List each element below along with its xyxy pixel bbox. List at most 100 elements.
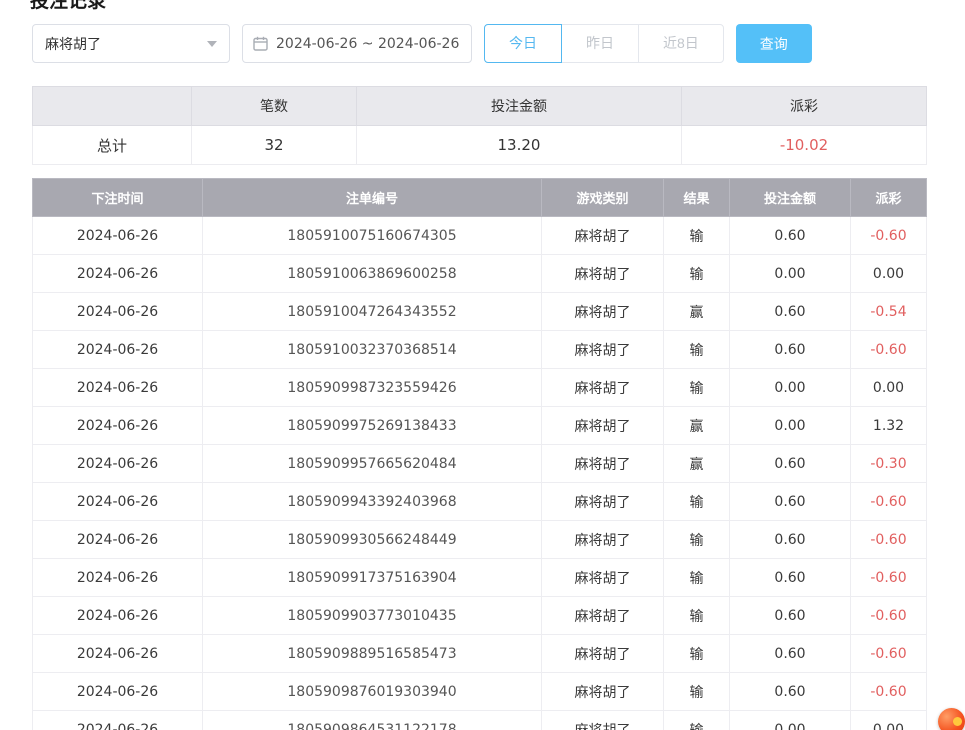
cell-payout: -0.60 bbox=[851, 483, 927, 521]
records-header-time: 下注时间 bbox=[33, 179, 203, 217]
cell-order-number: 1805910032370368514 bbox=[203, 331, 542, 369]
cell-result: 赢 bbox=[664, 293, 730, 331]
records-header-order: 注单编号 bbox=[203, 179, 542, 217]
cell-bet-time: 2024-06-26 bbox=[33, 293, 203, 331]
cell-order-number: 1805909975269138433 bbox=[203, 407, 542, 445]
cell-bet-amount: 0.60 bbox=[730, 217, 851, 255]
cell-payout: -0.30 bbox=[851, 445, 927, 483]
cell-bet-time: 2024-06-26 bbox=[33, 217, 203, 255]
table-row: 2024-06-26 1805910063869600258 麻将胡了 输 0.… bbox=[33, 255, 927, 293]
cell-game-category: 麻将胡了 bbox=[542, 331, 664, 369]
cell-bet-time: 2024-06-26 bbox=[33, 445, 203, 483]
table-row: 2024-06-26 1805909975269138433 麻将胡了 赢 0.… bbox=[33, 407, 927, 445]
cell-bet-time: 2024-06-26 bbox=[33, 255, 203, 293]
cell-game-category: 麻将胡了 bbox=[542, 445, 664, 483]
summary-total-row: 总计 32 13.20 -10.02 bbox=[33, 126, 927, 165]
cell-order-number: 1805909943392403968 bbox=[203, 483, 542, 521]
date-range-value: 2024-06-26 ~ 2024-06-26 bbox=[276, 36, 459, 52]
cell-game-category: 麻将胡了 bbox=[542, 521, 664, 559]
cell-result: 输 bbox=[664, 673, 730, 711]
cell-bet-amount: 0.60 bbox=[730, 293, 851, 331]
summary-header-bet: 投注金额 bbox=[357, 87, 682, 126]
cell-game-category: 麻将胡了 bbox=[542, 369, 664, 407]
date-range-picker[interactable]: 2024-06-26 ~ 2024-06-26 bbox=[242, 24, 472, 63]
cell-payout: -0.60 bbox=[851, 597, 927, 635]
bet-records-page: 麻将胡了 2024-06-26 ~ 2024-06-26 今日 昨日 近8日 查… bbox=[0, 0, 965, 730]
cell-payout: 0.00 bbox=[851, 255, 927, 293]
cell-bet-amount: 0.00 bbox=[730, 711, 851, 730]
records-table: 下注时间 注单编号 游戏类别 结果 投注金额 派彩 2024-06-26 180… bbox=[32, 178, 927, 730]
cell-bet-time: 2024-06-26 bbox=[33, 559, 203, 597]
records-body: 2024-06-26 1805910075160674305 麻将胡了 输 0.… bbox=[33, 217, 927, 730]
table-row: 2024-06-26 1805910075160674305 麻将胡了 输 0.… bbox=[33, 217, 927, 255]
cell-bet-amount: 0.60 bbox=[730, 521, 851, 559]
cell-result: 输 bbox=[664, 217, 730, 255]
cell-payout: -0.60 bbox=[851, 331, 927, 369]
cell-game-category: 麻将胡了 bbox=[542, 673, 664, 711]
cell-game-category: 麻将胡了 bbox=[542, 559, 664, 597]
cell-bet-amount: 0.60 bbox=[730, 331, 851, 369]
cell-game-category: 麻将胡了 bbox=[542, 597, 664, 635]
game-select-value: 麻将胡了 bbox=[45, 34, 101, 54]
cell-bet-amount: 0.60 bbox=[730, 597, 851, 635]
cell-bet-amount: 0.00 bbox=[730, 369, 851, 407]
cell-order-number: 1805909889516585473 bbox=[203, 635, 542, 673]
records-header-payout: 派彩 bbox=[851, 179, 927, 217]
cell-game-category: 麻将胡了 bbox=[542, 255, 664, 293]
cell-payout: 0.00 bbox=[851, 711, 927, 730]
table-row: 2024-06-26 1805909876019303940 麻将胡了 输 0.… bbox=[33, 673, 927, 711]
cell-payout: -0.60 bbox=[851, 635, 927, 673]
quick-filter-last8days[interactable]: 近8日 bbox=[638, 24, 724, 63]
summary-header-blank bbox=[33, 87, 192, 126]
cell-bet-time: 2024-06-26 bbox=[33, 597, 203, 635]
cell-game-category: 麻将胡了 bbox=[542, 217, 664, 255]
table-row: 2024-06-26 1805909917375163904 麻将胡了 输 0.… bbox=[33, 559, 927, 597]
game-select[interactable]: 麻将胡了 bbox=[32, 24, 230, 63]
records-header-row: 下注时间 注单编号 游戏类别 结果 投注金额 派彩 bbox=[33, 179, 927, 217]
cell-payout: -0.60 bbox=[851, 521, 927, 559]
cell-game-category: 麻将胡了 bbox=[542, 293, 664, 331]
cell-result: 输 bbox=[664, 255, 730, 293]
cell-bet-time: 2024-06-26 bbox=[33, 407, 203, 445]
records-header-game: 游戏类别 bbox=[542, 179, 664, 217]
cell-order-number: 1805909903773010435 bbox=[203, 597, 542, 635]
records-header-result: 结果 bbox=[664, 179, 730, 217]
summary-header-payout: 派彩 bbox=[682, 87, 927, 126]
cell-bet-time: 2024-06-26 bbox=[33, 521, 203, 559]
cell-bet-amount: 0.00 bbox=[730, 407, 851, 445]
summary-header-count: 笔数 bbox=[192, 87, 357, 126]
cell-bet-amount: 0.00 bbox=[730, 255, 851, 293]
cell-bet-amount: 0.60 bbox=[730, 673, 851, 711]
cell-bet-time: 2024-06-26 bbox=[33, 483, 203, 521]
quick-filter-group: 今日 昨日 近8日 bbox=[484, 24, 724, 63]
page-title-clipped: 投注记录 bbox=[30, 0, 106, 13]
table-row: 2024-06-26 1805910032370368514 麻将胡了 输 0.… bbox=[33, 331, 927, 369]
table-row: 2024-06-26 1805909943392403968 麻将胡了 输 0.… bbox=[33, 483, 927, 521]
cell-bet-amount: 0.60 bbox=[730, 445, 851, 483]
table-row: 2024-06-26 1805909864531122178 麻将胡了 输 0.… bbox=[33, 711, 927, 730]
cell-result: 输 bbox=[664, 521, 730, 559]
cell-bet-time: 2024-06-26 bbox=[33, 635, 203, 673]
quick-filter-today[interactable]: 今日 bbox=[484, 24, 562, 63]
cell-bet-amount: 0.60 bbox=[730, 559, 851, 597]
cell-payout: -0.60 bbox=[851, 217, 927, 255]
cell-result: 赢 bbox=[664, 407, 730, 445]
cell-game-category: 麻将胡了 bbox=[542, 407, 664, 445]
quick-filter-yesterday[interactable]: 昨日 bbox=[561, 24, 639, 63]
filter-toolbar: 麻将胡了 2024-06-26 ~ 2024-06-26 今日 昨日 近8日 查… bbox=[32, 24, 926, 63]
cell-payout: -0.60 bbox=[851, 673, 927, 711]
summary-total-count: 32 bbox=[192, 126, 357, 165]
chevron-down-icon bbox=[207, 41, 217, 47]
query-button[interactable]: 查询 bbox=[736, 24, 812, 63]
cell-game-category: 麻将胡了 bbox=[542, 635, 664, 673]
cell-order-number: 1805909864531122178 bbox=[203, 711, 542, 730]
cell-payout: -0.60 bbox=[851, 559, 927, 597]
table-row: 2024-06-26 1805909930566248449 麻将胡了 输 0.… bbox=[33, 521, 927, 559]
cell-order-number: 1805909930566248449 bbox=[203, 521, 542, 559]
cell-bet-time: 2024-06-26 bbox=[33, 331, 203, 369]
floating-service-icon[interactable] bbox=[938, 708, 965, 730]
cell-bet-amount: 0.60 bbox=[730, 635, 851, 673]
cell-order-number: 1805910063869600258 bbox=[203, 255, 542, 293]
cell-result: 输 bbox=[664, 711, 730, 730]
cell-result: 输 bbox=[664, 635, 730, 673]
